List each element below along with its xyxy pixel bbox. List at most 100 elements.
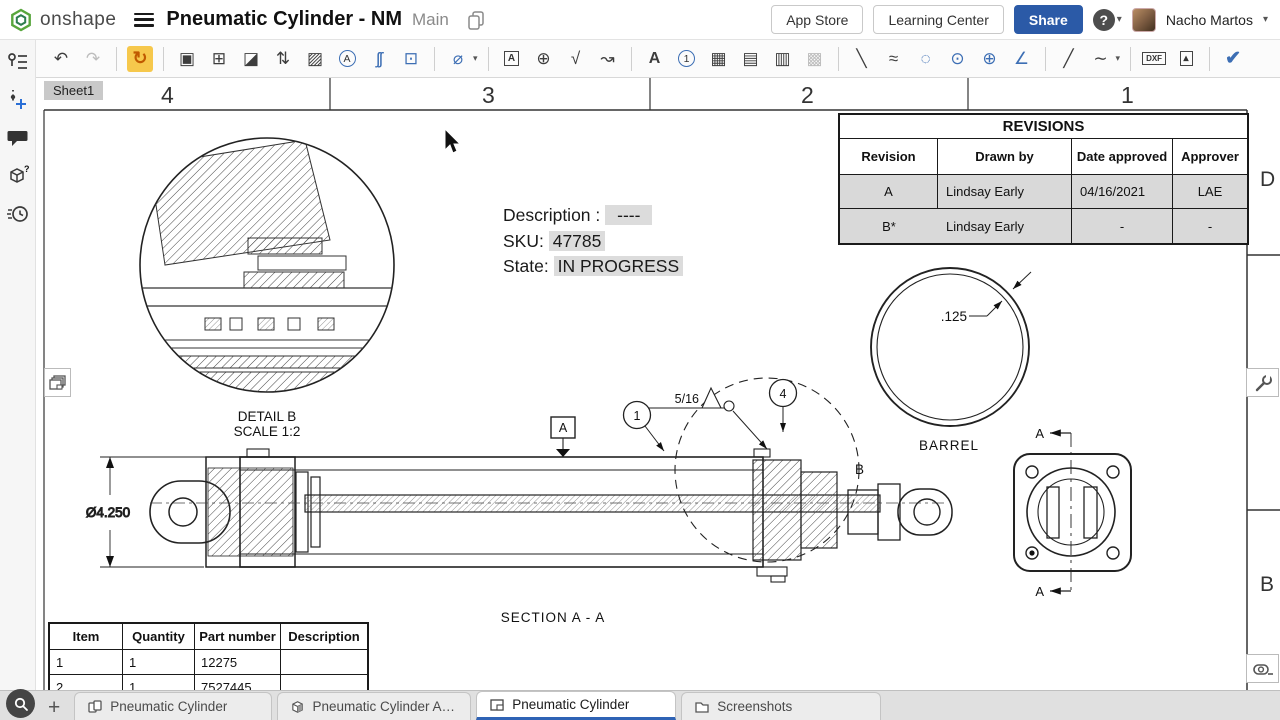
- svg-text:Ø4.250: Ø4.250: [86, 505, 130, 520]
- tab-pneumatic-cylinder-partstudio[interactable]: Pneumatic Cylinder: [74, 692, 272, 720]
- comments-icon[interactable]: [6, 126, 30, 150]
- broken-view-icon[interactable]: ʃʃ: [366, 46, 392, 72]
- drawing-icon: [489, 697, 505, 713]
- auxiliary-view-icon[interactable]: A: [334, 46, 360, 72]
- properties-note[interactable]: Description : ---- SKU: 47785 State: IN …: [503, 203, 683, 280]
- undo-icon[interactable]: ↶: [48, 46, 74, 72]
- centerline-icon[interactable]: ≈: [881, 46, 907, 72]
- move-section-icon[interactable]: ⇅: [270, 46, 296, 72]
- svg-text:SECTION A - A: SECTION A - A: [501, 610, 606, 625]
- table-cell: 04/16/2021: [1072, 175, 1173, 209]
- zone-label-2: 2: [801, 82, 814, 109]
- export-dxf-icon[interactable]: DXF: [1141, 46, 1167, 72]
- table-cell: -: [1173, 209, 1247, 243]
- drawing-canvas[interactable]: Sheet1 4 3 2 1 D B: [36, 78, 1280, 690]
- crop-view-icon[interactable]: ⊡: [398, 46, 424, 72]
- measure-icon[interactable]: ✔: [1220, 46, 1246, 72]
- measure-panel-button[interactable]: [1246, 654, 1279, 683]
- dimension-icon[interactable]: ⌀: [445, 46, 471, 72]
- tools-panel-button[interactable]: [1246, 368, 1279, 397]
- insert-image-icon[interactable]: ▴: [1173, 46, 1199, 72]
- circular-centerline-icon[interactable]: ⊙: [945, 46, 971, 72]
- datum-icon[interactable]: A: [499, 46, 525, 72]
- sku-line: SKU: 47785: [503, 229, 683, 255]
- add-tab-button[interactable]: +: [48, 697, 60, 718]
- geometric-tolerance-icon[interactable]: ⊕: [531, 46, 557, 72]
- bom-table-icon[interactable]: ▤: [738, 46, 764, 72]
- user-name[interactable]: Nacho Martos: [1166, 12, 1253, 28]
- spline-icon[interactable]: ∼: [1088, 46, 1114, 72]
- centerline-points-icon[interactable]: ╲: [849, 46, 875, 72]
- svg-text:1: 1: [634, 409, 641, 423]
- user-menu-caret-icon[interactable]: ▾: [1263, 14, 1268, 25]
- table-icon[interactable]: ▦: [706, 46, 732, 72]
- search-icon: [13, 696, 29, 712]
- onshape-wordmark: onshape: [40, 9, 116, 31]
- balloon-icon[interactable]: 1: [674, 46, 700, 72]
- sheet-tab[interactable]: Sheet1: [44, 81, 103, 100]
- versions-icon[interactable]: [6, 88, 30, 112]
- barrel-view[interactable]: .125 BARREL: [871, 268, 1031, 453]
- section-view-a-a[interactable]: Ø4.250: [86, 378, 952, 625]
- help-icon[interactable]: ?: [1093, 9, 1115, 31]
- tab-screenshots-folder[interactable]: Screenshots: [681, 692, 881, 720]
- onshape-logo[interactable]: onshape: [0, 7, 126, 33]
- zone-label-3: 3: [482, 82, 495, 109]
- feature-list-icon[interactable]: [6, 50, 30, 74]
- svg-text:5/16: 5/16: [675, 392, 699, 406]
- tab-pneumatic-cylinder-drawing[interactable]: Pneumatic Cylinder: [476, 691, 676, 720]
- onshape-logo-icon: [8, 7, 34, 33]
- part-help-icon[interactable]: ?: [6, 164, 30, 188]
- projected-view-icon[interactable]: ⊞: [206, 46, 232, 72]
- zone-label-1: 1: [1121, 82, 1134, 109]
- bend-table-icon[interactable]: ▩: [802, 46, 828, 72]
- copy-document-icon[interactable]: [465, 9, 487, 31]
- main-menu-icon[interactable]: [134, 13, 154, 27]
- share-button[interactable]: Share: [1014, 5, 1083, 34]
- app-header: onshape Pneumatic Cylinder - NM Main App…: [0, 0, 1280, 40]
- tab-label: Pneumatic Cylinder Ass...: [312, 699, 458, 714]
- table-cell: B*: [840, 209, 938, 243]
- cursor-pointer: [445, 129, 460, 153]
- detail-view-icon[interactable]: ▨: [302, 46, 328, 72]
- bom-table[interactable]: Item Quantity Part number Description 1 …: [48, 622, 369, 690]
- hole-table-icon[interactable]: ▥: [770, 46, 796, 72]
- update-views-icon[interactable]: ↻: [127, 46, 153, 72]
- insert-view-icon[interactable]: ▣: [174, 46, 200, 72]
- sketch-line-icon[interactable]: ╱: [1056, 46, 1082, 72]
- svg-text:A: A: [559, 421, 568, 435]
- user-avatar[interactable]: [1132, 8, 1156, 32]
- table-cell: [281, 650, 367, 675]
- flange-view[interactable]: A A: [1014, 426, 1131, 599]
- drawing-toolbar: ↶ ↷ ↻ ▣ ⊞ ◪ ⇅ ▨ A ʃʃ ⊡ ⌀ ▾ A ⊕ √ ↝ A 1 ▦…: [36, 40, 1280, 78]
- zone-label-d: D: [1260, 168, 1275, 192]
- history-icon[interactable]: [6, 202, 30, 226]
- app-store-button[interactable]: App Store: [771, 5, 863, 34]
- zone-label-b: B: [1260, 573, 1274, 597]
- table-cell: Lindsay Early: [938, 175, 1072, 209]
- detail-view-b[interactable]: DETAIL B SCALE 1:2: [139, 138, 396, 439]
- callout-icon[interactable]: ↝: [595, 46, 621, 72]
- svg-text:SCALE 1:2: SCALE 1:2: [234, 424, 301, 439]
- help-menu[interactable]: ? ▾: [1093, 9, 1122, 31]
- center-mark-dotted-icon[interactable]: ◌: [913, 46, 939, 72]
- dimension-caret-icon[interactable]: ▾: [473, 53, 478, 64]
- surface-finish-icon[interactable]: √: [563, 46, 589, 72]
- redo-icon[interactable]: ↷: [80, 46, 106, 72]
- learning-center-button[interactable]: Learning Center: [873, 5, 1003, 34]
- revisions-table[interactable]: REVISIONS Revision Drawn by Date approve…: [838, 113, 1249, 245]
- table-cell: 1: [123, 675, 195, 690]
- tab-search-button[interactable]: [6, 689, 35, 718]
- branch-name[interactable]: Main: [412, 10, 449, 30]
- center-mark-icon[interactable]: ⊕: [977, 46, 1003, 72]
- spline-caret-icon[interactable]: ▾: [1116, 53, 1121, 64]
- sheets-panel-button[interactable]: [44, 368, 71, 397]
- note-icon[interactable]: A: [642, 46, 668, 72]
- section-view-icon[interactable]: ◪: [238, 46, 264, 72]
- state-value: IN PROGRESS: [554, 256, 684, 276]
- tab-pneumatic-cylinder-assembly[interactable]: Pneumatic Cylinder Ass...: [277, 692, 471, 720]
- chamfer-dimension-icon[interactable]: ∠: [1009, 46, 1035, 72]
- table-cell: LAE: [1173, 175, 1247, 209]
- svg-text:4: 4: [780, 387, 787, 401]
- table-cell: 1: [50, 650, 123, 675]
